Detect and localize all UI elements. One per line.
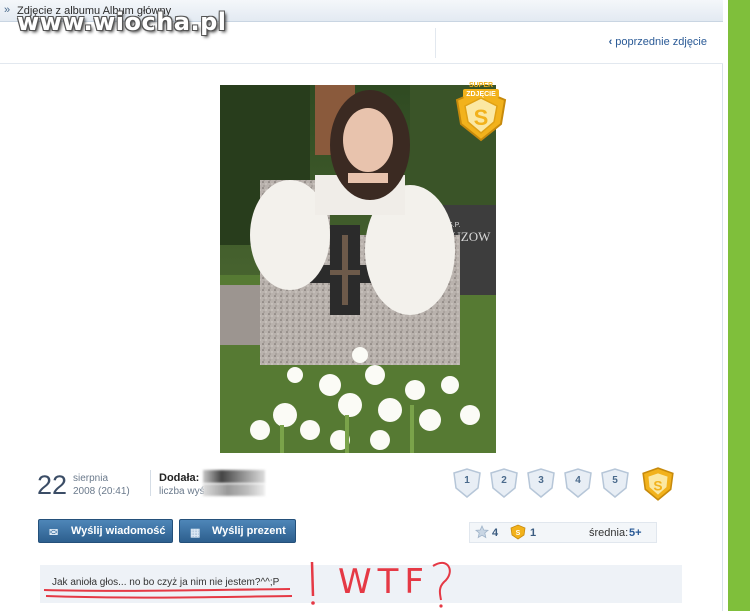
svg-text:S: S [474,105,489,130]
send-message-button[interactable]: ✉ Wyślij wiadomość [38,519,173,543]
rating-4-button[interactable]: 4 [561,466,595,500]
svg-text:S: S [653,478,662,493]
chevron-left-icon: ‹ [608,36,613,48]
rating-1-button[interactable]: 1 [450,466,484,500]
date-day: 22 [37,470,68,500]
super-photo-badge: S SUPER ZDJĘCIE [455,82,507,142]
side-green-bar [728,0,750,611]
views-count-blurred [203,484,265,496]
nav-divider [435,28,436,58]
previous-photo-link[interactable]: ‹ poprzednie zdjęcie [609,36,707,48]
date-month: sierpnia [73,473,109,484]
send-message-label: Wyślij wiadomość [71,525,166,537]
star-icon [475,525,489,539]
site-watermark: www.wiocha.pl [17,8,227,36]
rating-3-button[interactable]: 3 [524,466,558,500]
super-shield-icon: S [642,467,674,501]
page: » Zdjęcie z albumu Album główny ‹ poprzed… [0,0,750,611]
rating-4-label: 4 [575,475,581,486]
double-chevron-icon: » [4,4,11,16]
rating-5-label: 5 [612,475,618,486]
envelope-icon: ✉ [49,527,59,539]
rating-1-label: 1 [464,475,470,486]
send-gift-button[interactable]: ▦ Wyślij prezent [179,519,296,543]
added-by-label: Dodała: [159,472,200,484]
date-time: 2008 (20:41) [73,486,130,497]
super-count: 1 [530,527,537,539]
rating-2-button[interactable]: 2 [487,466,521,500]
rating-super-button[interactable]: S [640,466,674,501]
super-shield-small-icon: S [510,524,526,540]
badge-photo-text: ZDJĘCIE [466,91,496,98]
average-value: 5+ [629,527,642,539]
badge-super-text: SUPER [469,82,493,89]
views-label: liczba wyś [159,486,205,497]
stars-count: 4 [492,527,499,539]
gift-icon: ▦ [190,527,201,539]
previous-photo-label: poprzednie zdjęcie [615,36,707,48]
svg-text:S: S [516,530,521,537]
photo-caption: Jak anioła głos... no bo czyż ja nim nie… [52,577,280,588]
rating-3-label: 3 [538,475,544,486]
average-label: średnia: [589,527,629,539]
meta-divider [150,470,151,496]
author-name-blurred [203,470,265,483]
send-gift-label: Wyślij prezent [212,525,286,537]
content-panel: » Zdjęcie z albumu Album główny ‹ poprzed… [0,0,723,611]
rating-5-button[interactable]: 5 [598,466,632,500]
rating-2-label: 2 [501,475,507,486]
